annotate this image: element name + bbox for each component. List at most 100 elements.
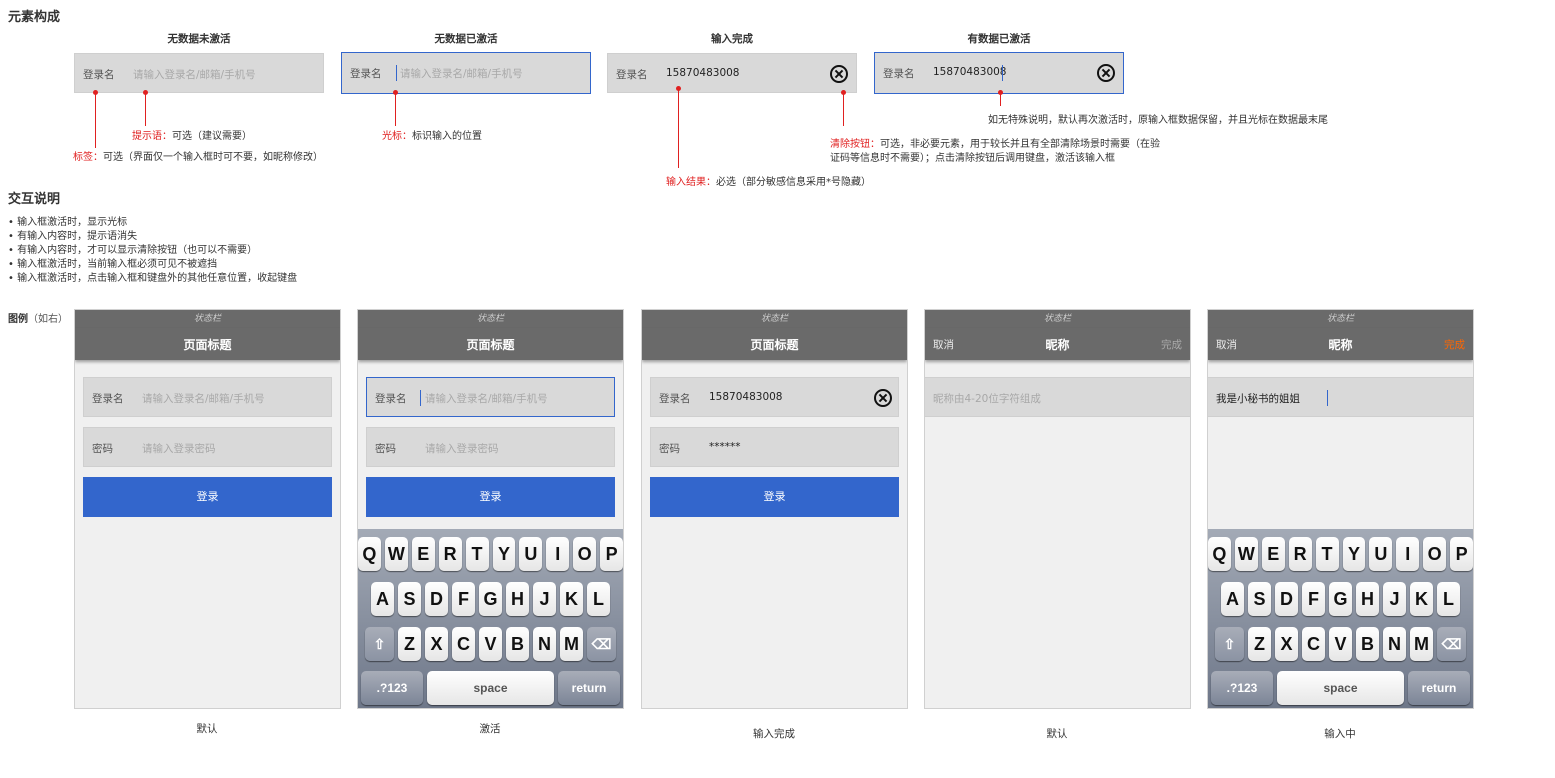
page-title: 昵称 xyxy=(1045,338,1070,352)
key-h[interactable]: H xyxy=(506,582,529,616)
input-inactive-empty[interactable]: 登录名 请输入登录名/邮箱/手机号 xyxy=(74,53,324,93)
nav-bar: 取消 昵称 完成 xyxy=(1208,328,1473,360)
done-button[interactable]: 完成 xyxy=(1444,337,1465,352)
key-m[interactable]: M xyxy=(1410,627,1433,661)
key-g[interactable]: G xyxy=(1329,582,1352,616)
key-o[interactable]: O xyxy=(573,537,597,571)
key-u[interactable]: U xyxy=(1369,537,1393,571)
key-i[interactable]: I xyxy=(546,537,570,571)
done-button[interactable]: 完成 xyxy=(1161,337,1182,352)
key-t[interactable]: T xyxy=(465,537,489,571)
input-active-filled[interactable]: 登录名 15870483008 xyxy=(874,52,1124,94)
key-s[interactable]: S xyxy=(1248,582,1271,616)
key-r[interactable]: R xyxy=(1288,537,1312,571)
key-m[interactable]: M xyxy=(560,627,583,661)
input-active-empty[interactable]: 登录名 请输入登录名/邮箱/手机号 xyxy=(341,52,591,94)
key-n[interactable]: N xyxy=(1383,627,1406,661)
field-placeholder: 请输入登录名/邮箱/手机号 xyxy=(400,68,523,80)
note-text: 可选（界面仅一个输入框时可不要，如昵称修改） xyxy=(103,152,323,163)
key-j[interactable]: J xyxy=(1383,582,1406,616)
key-j[interactable]: J xyxy=(533,582,556,616)
key-f[interactable]: F xyxy=(452,582,475,616)
key-a[interactable]: A xyxy=(1221,582,1244,616)
key-z[interactable]: Z xyxy=(1248,627,1271,661)
mode-key[interactable]: .?123 xyxy=(1211,671,1273,705)
input-filled[interactable]: 登录名 15870483008 xyxy=(607,53,857,93)
key-v[interactable]: V xyxy=(1329,627,1352,661)
key-b[interactable]: B xyxy=(1356,627,1379,661)
key-u[interactable]: U xyxy=(519,537,543,571)
status-bar: 状态栏 xyxy=(1208,310,1473,328)
nickname-input[interactable]: 昵称由4-20位字符组成 xyxy=(925,377,1190,417)
login-input[interactable]: 登录名 请输入登录名/邮箱/手机号 xyxy=(83,377,332,417)
state-title-3: 输入完成 xyxy=(711,33,753,45)
key-c[interactable]: C xyxy=(452,627,475,661)
clear-icon[interactable] xyxy=(1097,64,1115,82)
key-c[interactable]: C xyxy=(1302,627,1325,661)
key-p[interactable]: P xyxy=(1450,537,1473,571)
key-d[interactable]: D xyxy=(425,582,448,616)
field-label: 登录名 xyxy=(375,393,407,405)
bullet-item: • 输入框激活时，点击输入框和键盘外的其他任意位置，收起键盘 xyxy=(8,273,298,284)
shift-key[interactable]: ⇧ xyxy=(1215,627,1244,661)
field-value: ****** xyxy=(709,441,741,453)
key-s[interactable]: S xyxy=(398,582,421,616)
example-title: 图例 xyxy=(8,314,28,325)
key-l[interactable]: L xyxy=(1437,582,1460,616)
mode-key[interactable]: .?123 xyxy=(361,671,423,705)
key-i[interactable]: I xyxy=(1396,537,1420,571)
clear-icon[interactable] xyxy=(830,65,848,83)
password-input[interactable]: 密码 请输入登录密码 xyxy=(366,427,615,467)
key-b[interactable]: B xyxy=(506,627,529,661)
key-x[interactable]: X xyxy=(1275,627,1298,661)
clear-icon[interactable] xyxy=(874,389,892,407)
key-w[interactable]: W xyxy=(384,537,408,571)
key-d[interactable]: D xyxy=(1275,582,1298,616)
field-value: 我是小秘书的姐姐 xyxy=(1216,393,1300,405)
key-e[interactable]: E xyxy=(411,537,435,571)
key-w[interactable]: W xyxy=(1234,537,1258,571)
key-v[interactable]: V xyxy=(479,627,502,661)
nav-bar: 页面标题 xyxy=(358,328,623,360)
key-e[interactable]: E xyxy=(1261,537,1285,571)
key-p[interactable]: P xyxy=(600,537,623,571)
password-input[interactable]: 密码 请输入登录密码 xyxy=(83,427,332,467)
key-r[interactable]: R xyxy=(438,537,462,571)
login-input[interactable]: 登录名 请输入登录名/邮箱/手机号 xyxy=(366,377,615,417)
annotation-line xyxy=(145,92,146,126)
key-n[interactable]: N xyxy=(533,627,556,661)
backspace-key[interactable]: ⌫ xyxy=(587,627,616,661)
key-h[interactable]: H xyxy=(1356,582,1379,616)
key-y[interactable]: Y xyxy=(492,537,516,571)
login-button[interactable]: 登录 xyxy=(650,477,899,517)
backspace-key[interactable]: ⌫ xyxy=(1437,627,1466,661)
page-title: 昵称 xyxy=(1328,338,1353,352)
return-key[interactable]: return xyxy=(558,671,620,705)
key-k[interactable]: K xyxy=(1410,582,1433,616)
phone-nickname-default: 状态栏 取消 昵称 完成 昵称由4-20位字符组成 xyxy=(924,309,1191,709)
shift-key[interactable]: ⇧ xyxy=(365,627,394,661)
login-input[interactable]: 登录名 15870483008 xyxy=(650,377,899,417)
key-x[interactable]: X xyxy=(425,627,448,661)
key-q[interactable]: Q xyxy=(1208,537,1231,571)
key-f[interactable]: F xyxy=(1302,582,1325,616)
state-title-1: 无数据未激活 xyxy=(167,33,231,45)
login-button[interactable]: 登录 xyxy=(83,477,332,517)
nickname-input[interactable]: 我是小秘书的姐姐 xyxy=(1208,377,1473,417)
space-key[interactable]: space xyxy=(427,671,554,705)
key-y[interactable]: Y xyxy=(1342,537,1366,571)
key-t[interactable]: T xyxy=(1315,537,1339,571)
key-k[interactable]: K xyxy=(560,582,583,616)
key-a[interactable]: A xyxy=(371,582,394,616)
key-z[interactable]: Z xyxy=(398,627,421,661)
space-key[interactable]: space xyxy=(1277,671,1404,705)
key-q[interactable]: Q xyxy=(358,537,381,571)
key-g[interactable]: G xyxy=(479,582,502,616)
return-key[interactable]: return xyxy=(1408,671,1470,705)
login-button[interactable]: 登录 xyxy=(366,477,615,517)
example-label: 图例（如右） xyxy=(8,310,68,325)
password-input[interactable]: 密码 ****** xyxy=(650,427,899,467)
field-label: 登录名 xyxy=(883,68,915,80)
key-l[interactable]: L xyxy=(587,582,610,616)
key-o[interactable]: O xyxy=(1423,537,1447,571)
